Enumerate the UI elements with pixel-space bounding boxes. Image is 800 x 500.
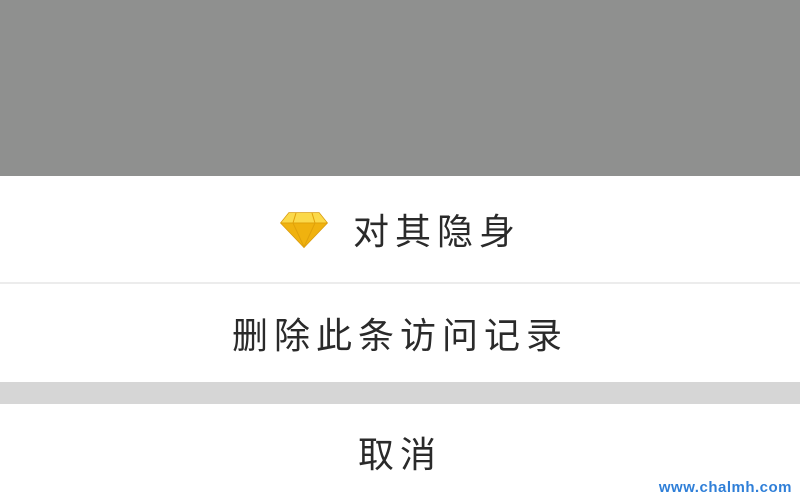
watermark: www.chalmh.com	[658, 479, 792, 496]
section-gap	[0, 382, 800, 404]
dim-overlay[interactable]	[0, 0, 800, 176]
diamond-icon	[279, 209, 329, 249]
stealth-label: 对其隐身	[352, 212, 521, 253]
delete-record-button[interactable]: 删除此条访问记录	[0, 284, 800, 382]
cancel-label: 取消	[357, 435, 442, 476]
action-sheet: 对其隐身 删除此条访问记录 取消	[0, 176, 800, 500]
screen: 对其隐身 删除此条访问记录 取消 www.chalmh.com	[0, 0, 800, 500]
stealth-button[interactable]: 对其隐身	[0, 176, 800, 282]
delete-record-label: 删除此条访问记录	[231, 316, 568, 357]
